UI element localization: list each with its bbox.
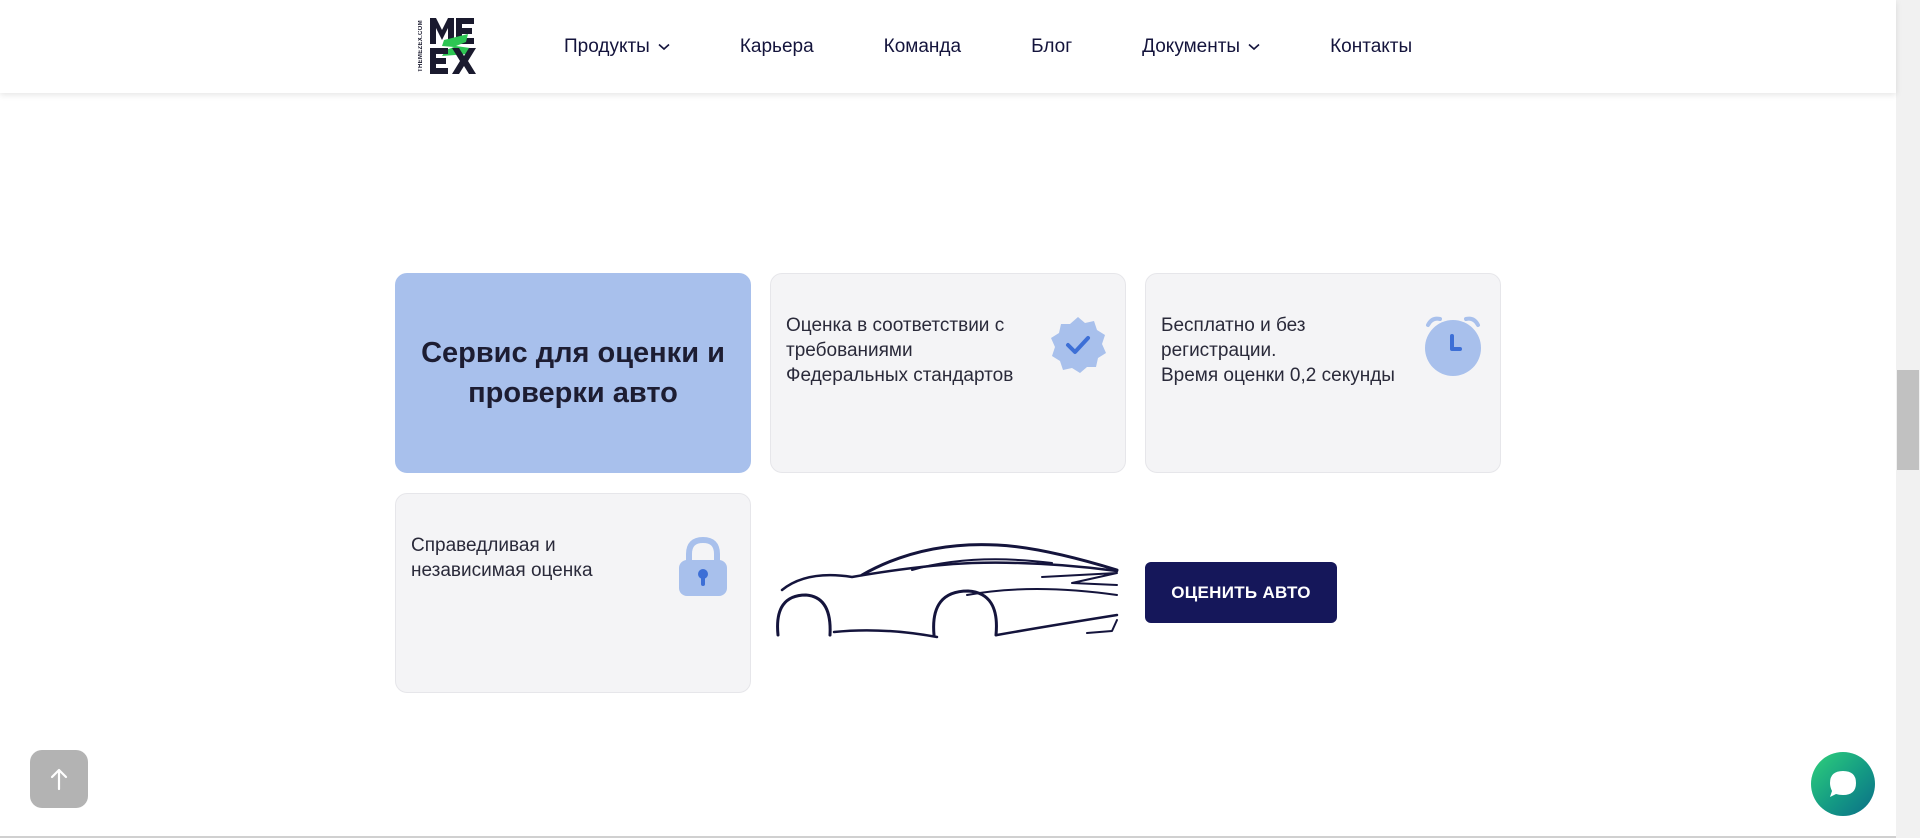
arrow-up-icon: [50, 768, 68, 791]
nav-item-label: Контакты: [1330, 35, 1413, 57]
site-logo[interactable]: THEMEZEX.COM: [418, 14, 476, 78]
main-nav: Продукты Карьера Команда Блог Документы …: [564, 0, 1412, 93]
nav-item-blog[interactable]: Блог: [1031, 36, 1072, 58]
hero-card: Сервис для оценки и проверки авто: [395, 273, 751, 473]
nav-item-label: Блог: [1031, 35, 1073, 57]
nav-item-documents[interactable]: Документы: [1142, 36, 1260, 58]
nav-item-label: Команда: [883, 35, 962, 57]
nav-item-label: Продукты: [564, 35, 650, 57]
chevron-down-icon: [658, 43, 670, 50]
nav-item-career[interactable]: Карьера: [740, 36, 814, 58]
sports-car-outline-icon: [776, 543, 1119, 639]
nav-item-contacts[interactable]: Контакты: [1330, 36, 1412, 58]
chat-bubble-icon: [1830, 771, 1856, 797]
scroll-to-top-button[interactable]: [30, 750, 88, 808]
nav-item-products[interactable]: Продукты: [564, 36, 670, 58]
evaluate-car-button[interactable]: ОЦЕНИТЬ АВТО: [1145, 562, 1337, 623]
feature-card-fair: Справедливая и независимая оценка: [395, 493, 751, 693]
nav-item-label: Документы: [1142, 35, 1241, 57]
nav-item-label: Карьера: [739, 35, 814, 57]
chevron-down-icon: [1248, 43, 1260, 50]
nav-item-team[interactable]: Команда: [884, 36, 961, 58]
feature-text: Бесплатно и без регистрации. Время оценк…: [1161, 315, 1395, 386]
site-header: THEMEZEX.COM Продукты Карьера Команда Бл…: [0, 0, 1896, 93]
feature-card-standards: Оценка в соответствии с требованиями Фед…: [770, 273, 1126, 473]
alarm-clock-icon: [1425, 316, 1481, 376]
mezex-logo-icon: [430, 18, 476, 74]
feature-text: Оценка в соответствии с требованиями Фед…: [786, 315, 1014, 386]
hero-title: Сервис для оценки и проверки авто: [421, 337, 725, 409]
feature-card-free: Бесплатно и без регистрации. Время оценк…: [1145, 273, 1501, 473]
verified-badge-icon: [1051, 317, 1106, 373]
chat-widget-button[interactable]: [1811, 752, 1875, 816]
padlock-icon: [679, 536, 727, 596]
logo-vertical-text: THEMEZEX.COM: [418, 20, 424, 72]
feature-text: Справедливая и независимая оценка: [411, 535, 593, 581]
scrollbar-thumb[interactable]: [1897, 370, 1919, 470]
